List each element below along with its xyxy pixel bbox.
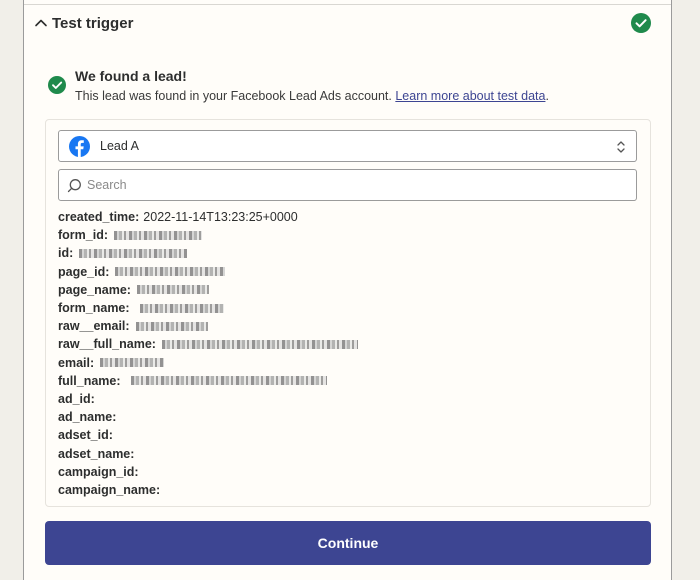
- success-check-icon: [48, 76, 66, 94]
- field-key: raw__email:: [58, 319, 130, 334]
- section-header[interactable]: Test trigger: [24, 5, 671, 43]
- field-row: created_time: 2022-11-14T13:23:25+0000: [58, 208, 638, 226]
- field-key: campaign_name:: [58, 482, 161, 497]
- found-lead-title: We found a lead!: [75, 68, 187, 84]
- field-row: raw__email:: [58, 317, 638, 335]
- search-icon: [67, 179, 81, 193]
- field-key: email:: [58, 355, 95, 370]
- field-row: raw__full_name:: [58, 335, 638, 353]
- redacted-value: [114, 230, 202, 240]
- lead-select-value: Lead A: [100, 139, 139, 153]
- field-key: form_name:: [58, 301, 130, 316]
- field-key: ad_id:: [58, 391, 95, 406]
- field-key: campaign_id:: [58, 464, 139, 479]
- redacted-value: [136, 285, 209, 295]
- field-row: ad_name:: [58, 408, 638, 426]
- field-key: page_name:: [58, 282, 131, 297]
- description-period: .: [545, 89, 549, 103]
- found-lead-description: This lead was found in your Facebook Lea…: [75, 89, 549, 103]
- field-key: adset_id:: [58, 428, 113, 443]
- field-row: campaign_id:: [58, 463, 638, 481]
- field-key: page_id:: [58, 264, 110, 279]
- field-row: ad_id:: [58, 390, 638, 408]
- redacted-value: [139, 303, 224, 313]
- redacted-value: [115, 267, 226, 277]
- lead-data-box: Lead A created_time: 2022-11-14T13:23:25…: [45, 119, 651, 507]
- select-arrows-icon: [617, 141, 625, 153]
- field-row: id:: [58, 244, 638, 262]
- redacted-value: [79, 248, 188, 258]
- section-title: Test trigger: [52, 15, 134, 32]
- field-key: created_time:: [58, 210, 140, 225]
- field-key: form_id:: [58, 228, 108, 243]
- search-box[interactable]: [58, 169, 637, 201]
- continue-button[interactable]: Continue: [45, 521, 651, 565]
- field-row: campaign_name:: [58, 481, 638, 499]
- search-input[interactable]: [87, 175, 627, 195]
- test-trigger-panel: Test trigger We found a lead! This lead …: [23, 0, 672, 580]
- field-key: raw__full_name:: [58, 337, 156, 352]
- field-key: id:: [58, 246, 74, 261]
- chevron-up-icon[interactable]: [34, 16, 48, 30]
- redacted-value: [100, 358, 165, 368]
- field-row: form_name:: [58, 299, 638, 317]
- redacted-value: [130, 376, 327, 386]
- field-key: adset_name:: [58, 446, 135, 461]
- check-circle-icon: [631, 13, 651, 33]
- field-row: adset_name:: [58, 444, 638, 462]
- learn-more-link[interactable]: Learn more about test data: [395, 89, 545, 103]
- field-key: ad_name:: [58, 410, 117, 425]
- field-row: adset_id:: [58, 426, 638, 444]
- field-row: page_name:: [58, 281, 638, 299]
- field-value: 2022-11-14T13:23:25+0000: [143, 210, 298, 225]
- redacted-value: [135, 321, 208, 331]
- lead-field-list: created_time: 2022-11-14T13:23:25+0000 f…: [58, 208, 638, 499]
- field-row: page_id:: [58, 263, 638, 281]
- field-row: email:: [58, 354, 638, 372]
- facebook-icon: [69, 136, 90, 157]
- redacted-value: [161, 339, 358, 349]
- lead-select[interactable]: Lead A: [58, 130, 637, 162]
- field-key: full_name:: [58, 373, 121, 388]
- field-row: full_name:: [58, 372, 638, 390]
- description-text: This lead was found in your Facebook Lea…: [75, 89, 396, 103]
- field-row: form_id:: [58, 226, 638, 244]
